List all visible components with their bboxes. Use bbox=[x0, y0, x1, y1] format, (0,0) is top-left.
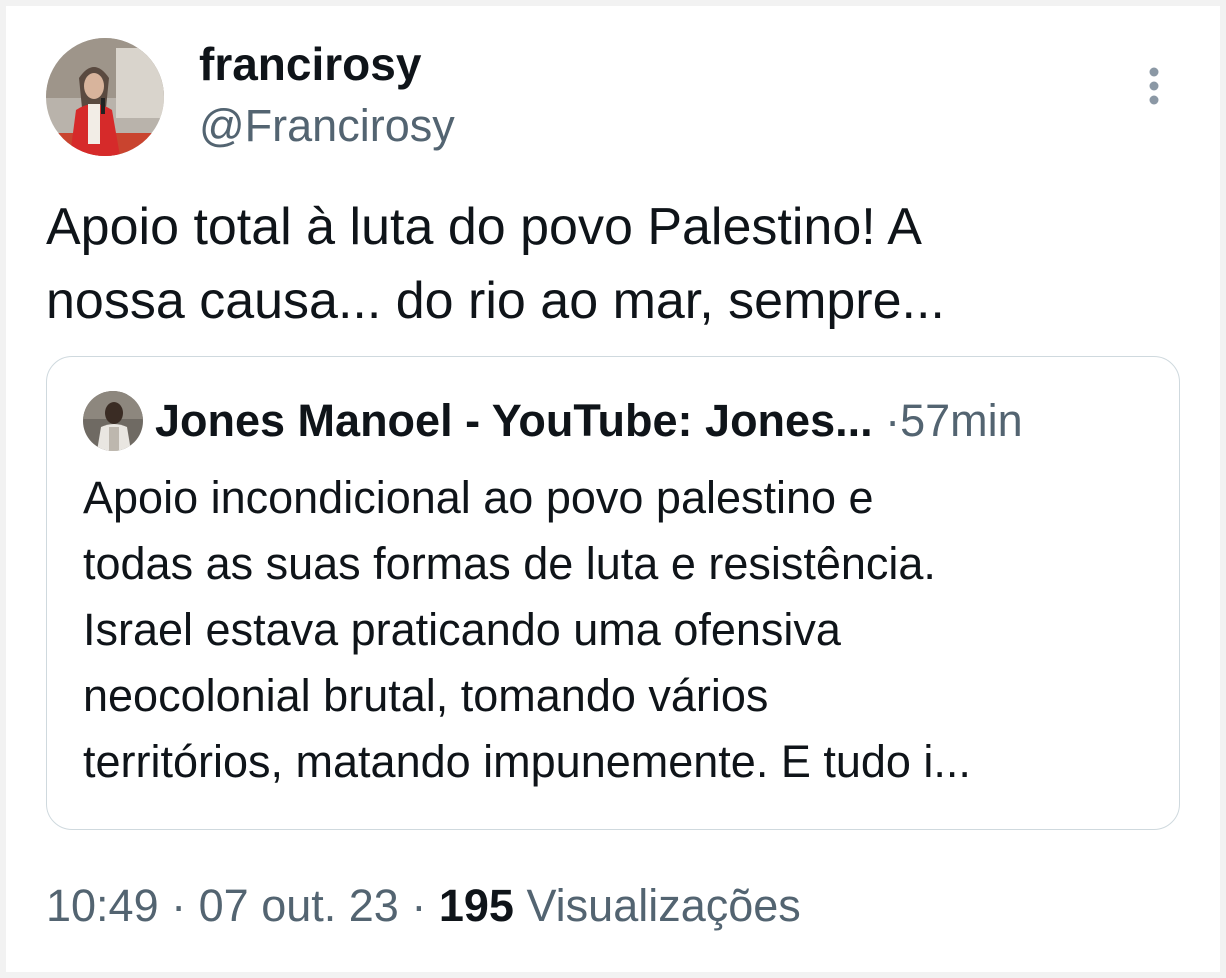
more-vertical-icon bbox=[1149, 67, 1159, 105]
tweet-card: francirosy @Francirosy Apoio total à lut… bbox=[6, 6, 1220, 972]
quoted-text-line: Apoio incondicional ao povo palestino e bbox=[83, 472, 874, 523]
author-avatar[interactable] bbox=[46, 38, 164, 156]
quoted-tweet-time: 57min bbox=[900, 395, 1023, 446]
quoted-author-name: Jones Manoel - YouTube: Jones... bbox=[155, 395, 873, 446]
tweet-meta: 10:49 · 07 out. 23 · 195 Visualizações bbox=[46, 878, 801, 934]
quoted-header-separator: · bbox=[885, 395, 901, 446]
tweet-text-line: nossa causa... do rio ao mar, sempre... bbox=[46, 272, 945, 330]
more-options-button[interactable] bbox=[1134, 62, 1174, 110]
author-avatar-image bbox=[46, 38, 164, 156]
quoted-text-line: todas as suas formas de luta e resistênc… bbox=[83, 538, 936, 589]
quoted-author-avatar-image bbox=[83, 391, 143, 451]
quoted-tweet[interactable]: Jones Manoel - YouTube: Jones... ·57min … bbox=[46, 356, 1180, 830]
quoted-text-line: Israel estava praticando uma ofensiva bbox=[83, 604, 841, 655]
views-label: Visualizações bbox=[526, 880, 801, 931]
quoted-tweet-header: Jones Manoel - YouTube: Jones... ·57min bbox=[155, 393, 1023, 449]
meta-separator: · bbox=[411, 880, 427, 931]
tweet-text-line: Apoio total à luta do povo Palestino! A bbox=[46, 198, 922, 256]
tweet-time[interactable]: 10:49 bbox=[46, 880, 159, 931]
meta-separator: · bbox=[171, 880, 187, 931]
tweet-text: Apoio total à luta do povo Palestino! A … bbox=[46, 190, 1186, 338]
author-handle[interactable]: @Francirosy bbox=[199, 98, 455, 154]
author-display-name[interactable]: francirosy bbox=[199, 36, 421, 92]
views-count: 195 bbox=[438, 880, 514, 931]
quoted-tweet-text: Apoio incondicional ao povo palestino e … bbox=[83, 465, 1163, 795]
quoted-text-line: neocolonial brutal, tomando vários bbox=[83, 670, 769, 721]
quoted-text-line: territórios, matando impunemente. E tudo… bbox=[83, 736, 971, 787]
quoted-author-avatar bbox=[83, 391, 143, 451]
tweet-date[interactable]: 07 out. 23 bbox=[199, 880, 399, 931]
